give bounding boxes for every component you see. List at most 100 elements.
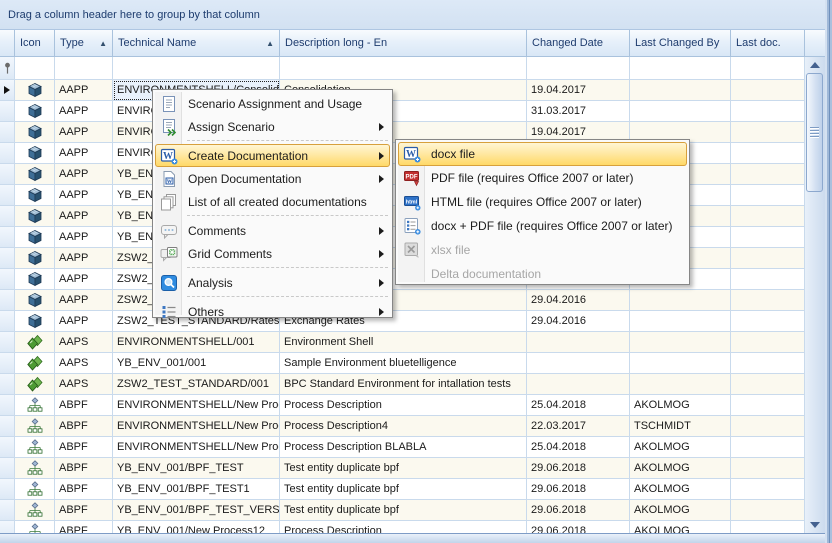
last-doc-cell[interactable]: [731, 353, 805, 374]
last-doc-cell[interactable]: [731, 248, 805, 269]
table-row[interactable]: ABPFYB_ENV_001/BPF_TEST_VERSIONTest enti…: [0, 500, 805, 521]
type-cell[interactable]: AAPS: [55, 353, 113, 374]
table-row[interactable]: AAPPZSW2_TEST_STANDARD/RatesExchange Rat…: [0, 311, 805, 332]
menu-item-create-documentation[interactable]: WCreate Documentation: [155, 144, 390, 167]
filter-cell-description[interactable]: [280, 57, 527, 79]
filter-row[interactable]: [0, 57, 805, 80]
group-by-panel[interactable]: Drag a column header here to group by th…: [0, 0, 832, 30]
changed-date-cell[interactable]: 29.06.2018: [527, 521, 630, 533]
last-changed-by-cell[interactable]: [630, 332, 731, 353]
last-doc-cell[interactable]: [731, 290, 805, 311]
type-cell[interactable]: AAPP: [55, 101, 113, 122]
technical-name-cell[interactable]: YB_ENV_001/New Process12: [113, 521, 280, 533]
changed-date-cell[interactable]: 31.03.2017: [527, 101, 630, 122]
last-doc-cell[interactable]: [731, 311, 805, 332]
table-row[interactable]: ABPFYB_ENV_001/BPF_TESTTest entity dupli…: [0, 458, 805, 479]
type-cell[interactable]: ABPF: [55, 437, 113, 458]
changed-date-cell[interactable]: 29.06.2018: [527, 479, 630, 500]
type-cell[interactable]: AAPP: [55, 143, 113, 164]
type-cell[interactable]: AAPP: [55, 248, 113, 269]
type-cell[interactable]: ABPF: [55, 416, 113, 437]
last-doc-cell[interactable]: [731, 269, 805, 290]
column-header-changed-date[interactable]: Changed Date: [527, 30, 630, 56]
type-cell[interactable]: AAPP: [55, 122, 113, 143]
technical-name-cell[interactable]: ENVIRONMENTSHELL/001: [113, 332, 280, 353]
menu-item-list-of-all-created-documentations[interactable]: List of all created documentations: [155, 190, 390, 213]
changed-date-cell[interactable]: [527, 332, 630, 353]
table-row[interactable]: ABPFENVIRONMENTSHELL/New Proc...Process …: [0, 437, 805, 458]
column-header-last-changed-by[interactable]: Last Changed By: [630, 30, 731, 56]
table-row[interactable]: AAPSENVIRONMENTSHELL/001Environment Shel…: [0, 332, 805, 353]
table-row[interactable]: AAPPZSW2_T29.04.2016: [0, 290, 805, 311]
description-cell[interactable]: Process Description: [280, 395, 527, 416]
type-cell[interactable]: ABPF: [55, 479, 113, 500]
changed-date-cell[interactable]: [527, 353, 630, 374]
last-doc-cell[interactable]: [731, 500, 805, 521]
description-cell[interactable]: Sample Environment bluetelligence: [280, 353, 527, 374]
changed-date-cell[interactable]: 22.03.2017: [527, 416, 630, 437]
last-changed-by-cell[interactable]: [630, 311, 731, 332]
last-doc-cell[interactable]: [731, 479, 805, 500]
filter-cell-last-doc[interactable]: [731, 57, 805, 79]
technical-name-cell[interactable]: YB_ENV_001/001: [113, 353, 280, 374]
last-changed-by-cell[interactable]: [630, 374, 731, 395]
filter-cell-technical-name[interactable]: [113, 57, 280, 79]
filter-cell-changed-date[interactable]: [527, 57, 630, 79]
changed-date-cell[interactable]: 29.04.2016: [527, 311, 630, 332]
type-cell[interactable]: ABPF: [55, 458, 113, 479]
type-cell[interactable]: ABPF: [55, 521, 113, 533]
type-cell[interactable]: AAPP: [55, 311, 113, 332]
type-cell[interactable]: AAPS: [55, 374, 113, 395]
table-row[interactable]: ABPFENVIRONMENTSHELL/New Proc...Process …: [0, 395, 805, 416]
filter-cell-type[interactable]: [55, 57, 113, 79]
table-row[interactable]: ABPFYB_ENV_001/BPF_TEST1Test entity dupl…: [0, 479, 805, 500]
horizontal-scrollbar[interactable]: [0, 533, 825, 543]
last-doc-cell[interactable]: [731, 185, 805, 206]
changed-date-cell[interactable]: 25.04.2018: [527, 395, 630, 416]
last-changed-by-cell[interactable]: AKOLMOG: [630, 395, 731, 416]
technical-name-cell[interactable]: ENVIRONMENTSHELL/New Proc...: [113, 395, 280, 416]
type-cell[interactable]: AAPS: [55, 332, 113, 353]
submenu-item-pdf-file-requires-office-2007-or-later[interactable]: PDFPDF file (requires Office 2007 or lat…: [398, 166, 687, 190]
column-header-icon[interactable]: Icon: [15, 30, 55, 56]
last-changed-by-cell[interactable]: [630, 290, 731, 311]
menu-item-assign-scenario[interactable]: Assign Scenario: [155, 115, 390, 138]
changed-date-cell[interactable]: 25.04.2018: [527, 437, 630, 458]
last-doc-cell[interactable]: [731, 227, 805, 248]
column-header-technical-name[interactable]: Technical Name▲: [113, 30, 280, 56]
type-cell[interactable]: ABPF: [55, 500, 113, 521]
table-row[interactable]: AAPSZSW2_TEST_STANDARD/001BPC Standard E…: [0, 374, 805, 395]
changed-date-cell[interactable]: 29.06.2018: [527, 500, 630, 521]
description-cell[interactable]: Process Description BLABLA: [280, 437, 527, 458]
last-doc-cell[interactable]: [731, 458, 805, 479]
last-changed-by-cell[interactable]: AKOLMOG: [630, 479, 731, 500]
column-header-description[interactable]: Description long - En: [280, 30, 527, 56]
last-changed-by-cell[interactable]: [630, 80, 731, 101]
description-cell[interactable]: Test entity duplicate bpf: [280, 500, 527, 521]
scroll-down-button[interactable]: [805, 517, 825, 533]
table-row[interactable]: AAPSYB_ENV_001/001Sample Environment blu…: [0, 353, 805, 374]
filter-cell-last-changed-by[interactable]: [630, 57, 731, 79]
last-doc-cell[interactable]: [731, 332, 805, 353]
changed-date-cell[interactable]: 29.06.2018: [527, 458, 630, 479]
last-doc-cell[interactable]: [731, 206, 805, 227]
menu-item-comments[interactable]: Comments: [155, 219, 390, 242]
last-doc-cell[interactable]: [731, 101, 805, 122]
last-changed-by-cell[interactable]: AKOLMOG: [630, 521, 731, 533]
menu-item-open-documentation[interactable]: WOpen Documentation: [155, 167, 390, 190]
table-row[interactable]: AAPPENVIRO31.03.2017: [0, 101, 805, 122]
submenu-item-html-file-requires-office-2007-or-later[interactable]: htmlHTML file (requires Office 2007 or l…: [398, 190, 687, 214]
last-doc-cell[interactable]: [731, 374, 805, 395]
last-changed-by-cell[interactable]: AKOLMOG: [630, 458, 731, 479]
filter-cell-icon[interactable]: [15, 57, 55, 79]
type-cell[interactable]: AAPP: [55, 185, 113, 206]
last-doc-cell[interactable]: [731, 416, 805, 437]
type-cell[interactable]: AAPP: [55, 227, 113, 248]
last-doc-cell[interactable]: [731, 395, 805, 416]
changed-date-cell[interactable]: 19.04.2017: [527, 80, 630, 101]
last-changed-by-cell[interactable]: [630, 101, 731, 122]
technical-name-cell[interactable]: ZSW2_TEST_STANDARD/001: [113, 374, 280, 395]
column-header-type[interactable]: Type▲: [55, 30, 113, 56]
changed-date-cell[interactable]: [527, 374, 630, 395]
technical-name-cell[interactable]: YB_ENV_001/BPF_TEST1: [113, 479, 280, 500]
